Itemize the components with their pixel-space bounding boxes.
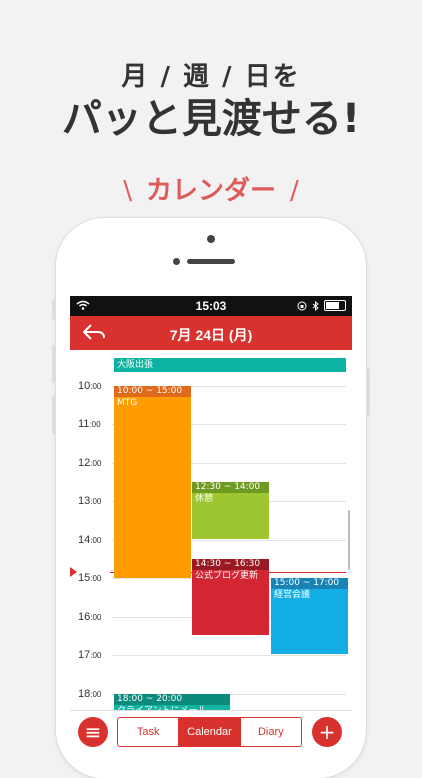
plus-icon: +	[318, 720, 336, 744]
event-break[interactable]: 12:30 ~ 14:00 休憩	[192, 482, 269, 539]
event-time: 15:00 ~ 17:00	[271, 578, 348, 589]
hour-label: 12:00	[78, 457, 102, 469]
bluetooth-icon	[312, 300, 319, 311]
rotation-lock-icon	[297, 301, 307, 310]
hour-label: 16:00	[78, 611, 102, 623]
tab-diary[interactable]: Diary	[241, 718, 301, 746]
event-title: 公式ブログ更新	[195, 571, 259, 581]
tagline-text: カレンダー	[145, 176, 276, 206]
battery-icon	[324, 300, 346, 311]
mute-switch	[52, 300, 56, 320]
camera-icon	[207, 235, 215, 243]
power-button	[366, 368, 370, 416]
menu-button[interactable]: ≡	[78, 717, 108, 747]
hour-label: 17:00	[78, 649, 102, 661]
status-bar: 15:03	[70, 296, 352, 316]
event-mtg[interactable]: 10:00 ~ 15:00 MTG	[114, 386, 191, 578]
event-time: 10:00 ~ 15:00	[114, 386, 191, 397]
headline-line2: パッと見渡せる!	[61, 96, 361, 142]
event-time: 18:00 ~ 20:00	[114, 694, 230, 705]
slash-left: \	[123, 176, 132, 206]
current-time-marker-icon	[70, 567, 77, 577]
nav-bar: 7月 24日 (月)	[70, 316, 352, 350]
view-segmented-control: Task Calendar Diary	[117, 717, 302, 747]
date-title: 7月 24日 (月)	[169, 327, 253, 343]
day-view[interactable]: 大阪出張 10:00 11:00 12:00 13:00 14:00 15:00…	[70, 350, 352, 724]
phone-screen: 15:03 7月 24日 (月) 大阪出張 10:00 11:00 12:00 …	[70, 296, 352, 750]
event-title: 経営会議	[274, 590, 311, 600]
event-blog[interactable]: 14:30 ~ 16:30 公式ブログ更新	[192, 559, 269, 635]
hour-line	[112, 655, 346, 656]
hour-label: 15:00	[78, 572, 102, 584]
volume-down-button	[52, 396, 56, 434]
menu-icon: ≡	[84, 720, 102, 744]
event-meeting[interactable]: 15:00 ~ 17:00 経営会議	[271, 578, 348, 654]
tagline: \ カレンダー /	[0, 170, 422, 207]
hour-label: 14:00	[78, 534, 102, 546]
volume-up-button	[52, 345, 56, 383]
hour-label: 13:00	[78, 495, 102, 507]
event-title: MTG	[117, 398, 138, 408]
slash-right: /	[290, 176, 299, 206]
event-title: 休憩	[195, 494, 214, 504]
speaker-grille	[187, 259, 235, 264]
add-button[interactable]: +	[312, 717, 342, 747]
tab-calendar[interactable]: Calendar	[179, 718, 241, 746]
allday-event[interactable]: 大阪出張	[114, 358, 346, 372]
hour-label: 10:00	[78, 380, 102, 392]
tab-task[interactable]: Task	[118, 718, 180, 746]
tab-bar: ≡ Task Calendar Diary +	[70, 710, 352, 750]
sensor-icon	[173, 258, 180, 265]
event-time: 14:30 ~ 16:30	[192, 559, 269, 570]
hour-label: 11:00	[78, 418, 101, 430]
scrollbar[interactable]	[348, 510, 350, 570]
event-time: 12:30 ~ 14:00	[192, 482, 269, 493]
hour-label: 18:00	[78, 688, 102, 700]
